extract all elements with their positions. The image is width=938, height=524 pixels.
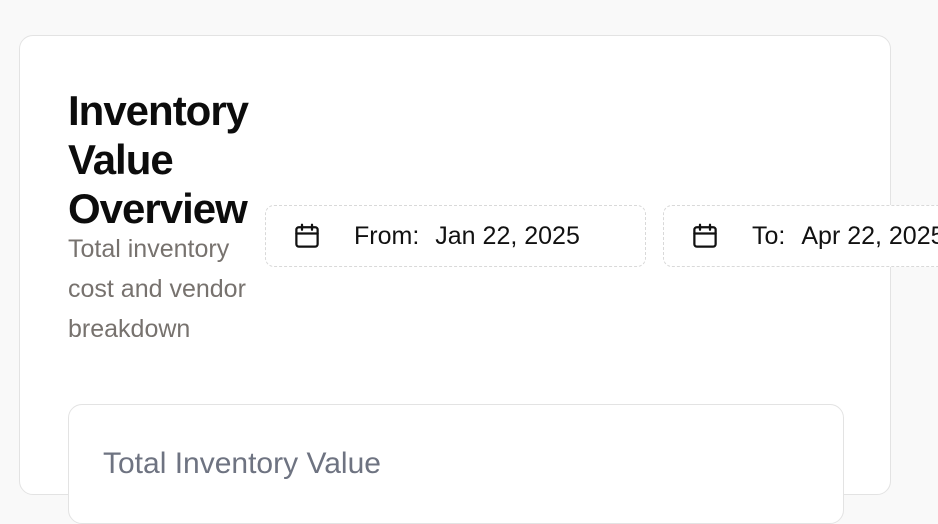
calendar-icon <box>292 221 322 251</box>
date-from-value: Jan 22, 2025 <box>435 221 580 250</box>
date-to-label: To: <box>752 221 786 250</box>
page-subtitle: Total inventory cost and vendor breakdow… <box>68 235 246 343</box>
date-to-button[interactable]: To: Apr 22, 2025 <box>663 205 938 267</box>
date-to-value: Apr 22, 2025 <box>801 221 938 250</box>
metric-title: Total Inventory Value <box>103 447 381 480</box>
date-from-button[interactable]: From: Jan 22, 2025 <box>265 205 646 267</box>
page-title: Inventory Value Overview <box>68 87 249 232</box>
calendar-icon <box>690 221 720 251</box>
total-inventory-value-card: Total Inventory Value <box>68 404 844 524</box>
date-from-label: From: <box>354 221 420 250</box>
